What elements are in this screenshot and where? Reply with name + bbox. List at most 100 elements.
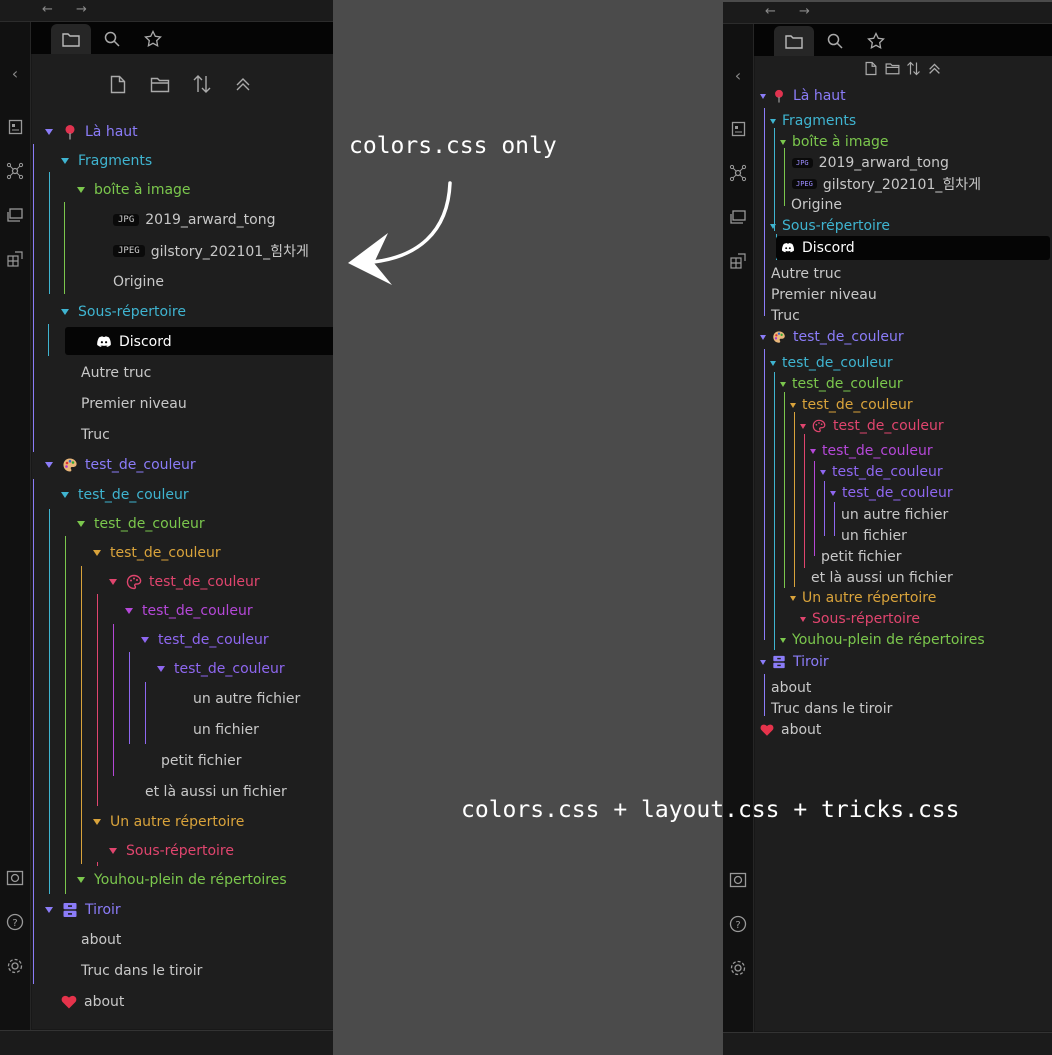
help-icon[interactable]: ? [4,911,26,933]
slides-icon[interactable] [727,206,749,228]
collapse-caret-icon[interactable] [61,492,69,498]
collapse-caret-icon[interactable] [125,608,133,614]
collapse-caret-icon[interactable] [810,448,816,454]
file-row[interactable]: about [771,678,811,698]
settings-gear-icon[interactable] [4,955,26,977]
collapse-caret-icon[interactable] [77,187,85,193]
tab-search[interactable] [815,26,855,56]
folder-row[interactable]: Youhou-plein de répertoires [77,869,287,891]
collapse-caret-icon[interactable] [93,550,101,556]
folder-row[interactable]: test_de_couleur [109,571,260,593]
folder-row[interactable]: test_de_couleur [77,513,205,535]
folder-row[interactable]: Sous-répertoire [770,216,890,236]
file-row[interactable]: petit fichier [821,547,901,567]
file-row[interactable]: JPG 2019_arward_tong [113,209,275,231]
file-row[interactable]: Premier niveau [81,393,187,415]
folder-row[interactable]: test_de_couleur [45,454,196,476]
tab-bookmarks[interactable] [133,24,173,54]
file-row[interactable]: Premier niveau [771,285,877,305]
tab-search[interactable] [92,24,132,54]
collapse-caret-icon[interactable] [770,118,776,124]
collapse-caret-icon[interactable] [45,129,53,135]
collapse-caret-icon[interactable] [760,93,766,99]
file-row[interactable]: un autre fichier [193,688,300,710]
folder-row[interactable]: test_de_couleur [760,327,904,347]
folder-row[interactable]: test_de_couleur [770,353,893,373]
file-row[interactable]: Discord [781,238,855,258]
file-row[interactable]: un fichier [193,719,259,741]
collapse-caret-icon[interactable] [780,381,786,387]
collapse-caret-icon[interactable] [790,402,796,408]
graph-icon[interactable] [727,162,749,184]
folder-row[interactable]: Tiroir [45,899,121,921]
folder-row[interactable]: test_de_couleur [125,600,253,622]
file-row[interactable]: et là aussi un fichier [145,781,287,803]
file-row[interactable]: about [81,929,121,951]
slides-icon[interactable] [4,204,26,226]
collapse-caret-icon[interactable] [820,469,826,475]
grid-puzzle-icon[interactable] [727,250,749,272]
folder-row[interactable]: test_de_couleur [61,484,189,506]
collapse-caret-icon[interactable] [109,848,117,854]
collapse-caret-icon[interactable] [760,334,766,340]
file-row[interactable]: Origine [791,195,842,215]
file-row[interactable]: Truc dans le tiroir [81,960,202,982]
folder-row[interactable]: test_de_couleur [820,462,943,482]
help-icon[interactable]: ? [727,913,749,935]
collapse-caret-icon[interactable] [61,158,69,164]
folder-row[interactable]: boîte à image [77,179,191,201]
folder-row[interactable]: Sous-répertoire [61,301,186,323]
collapse-caret-icon[interactable] [770,223,776,229]
folder-row[interactable]: test_de_couleur [830,483,953,503]
daily-note-icon[interactable] [727,118,749,140]
back-button[interactable]: ← [765,4,776,19]
folder-row[interactable]: Fragments [770,111,856,131]
file-row[interactable]: Discord [96,331,172,353]
collapse-caret-icon[interactable] [109,579,117,585]
file-row[interactable]: JPG 2019_arward_tong [792,153,949,173]
collapse-caret-icon[interactable] [77,877,85,883]
collapse-caret-icon[interactable] [45,462,53,468]
folder-row[interactable]: Un autre répertoire [93,811,244,833]
folder-row[interactable]: test_de_couleur [157,658,285,680]
folder-row[interactable]: Sous-répertoire [800,609,920,629]
file-row[interactable]: JPEG gilstory_202101_힘차게 [113,240,309,262]
collapse-caret-icon[interactable] [830,490,836,496]
file-row[interactable]: Origine [113,271,164,293]
collapse-caret-icon[interactable] [800,616,806,622]
grid-puzzle-icon[interactable] [4,248,26,270]
collapse-caret-icon[interactable] [790,595,796,601]
folder-row[interactable]: Sous-répertoire [109,840,234,862]
tab-file-explorer[interactable] [51,24,91,54]
collapse-caret-icon[interactable] [760,659,766,665]
folder-row[interactable]: Tiroir [760,652,829,672]
file-row[interactable]: Truc dans le tiroir [771,699,892,719]
folder-row[interactable]: Là haut [760,86,846,106]
collapse-caret-icon[interactable] [800,423,806,429]
folder-row[interactable]: Youhou-plein de répertoires [780,630,985,650]
daily-note-icon[interactable] [4,116,26,138]
file-row[interactable]: about [61,991,124,1013]
forward-button[interactable]: → [76,2,87,17]
collapse-caret-icon[interactable] [780,139,786,145]
file-row[interactable]: Truc [81,424,110,446]
collapse-caret-icon[interactable] [770,360,776,366]
file-row[interactable]: un fichier [841,526,907,546]
collapse-caret-icon[interactable] [141,637,149,643]
vault-icon[interactable] [727,869,749,891]
folder-row[interactable]: test_de_couleur [141,629,269,651]
collapse-caret-icon[interactable] [45,907,53,913]
file-row[interactable]: et là aussi un fichier [811,568,953,588]
file-row[interactable]: Truc [771,306,800,326]
forward-button[interactable]: → [799,4,810,19]
collapse-caret-icon[interactable] [61,309,69,315]
collapse-caret-icon[interactable] [93,819,101,825]
folder-row[interactable]: test_de_couleur [790,395,913,415]
file-row[interactable]: Autre truc [771,264,841,284]
file-row[interactable]: un autre fichier [841,505,948,525]
collapse-caret-icon[interactable] [780,637,786,643]
folder-row[interactable]: test_de_couleur [780,374,903,394]
graph-icon[interactable] [4,160,26,182]
collapse-chevron-icon[interactable]: ‹ [4,62,26,84]
vault-icon[interactable] [4,867,26,889]
